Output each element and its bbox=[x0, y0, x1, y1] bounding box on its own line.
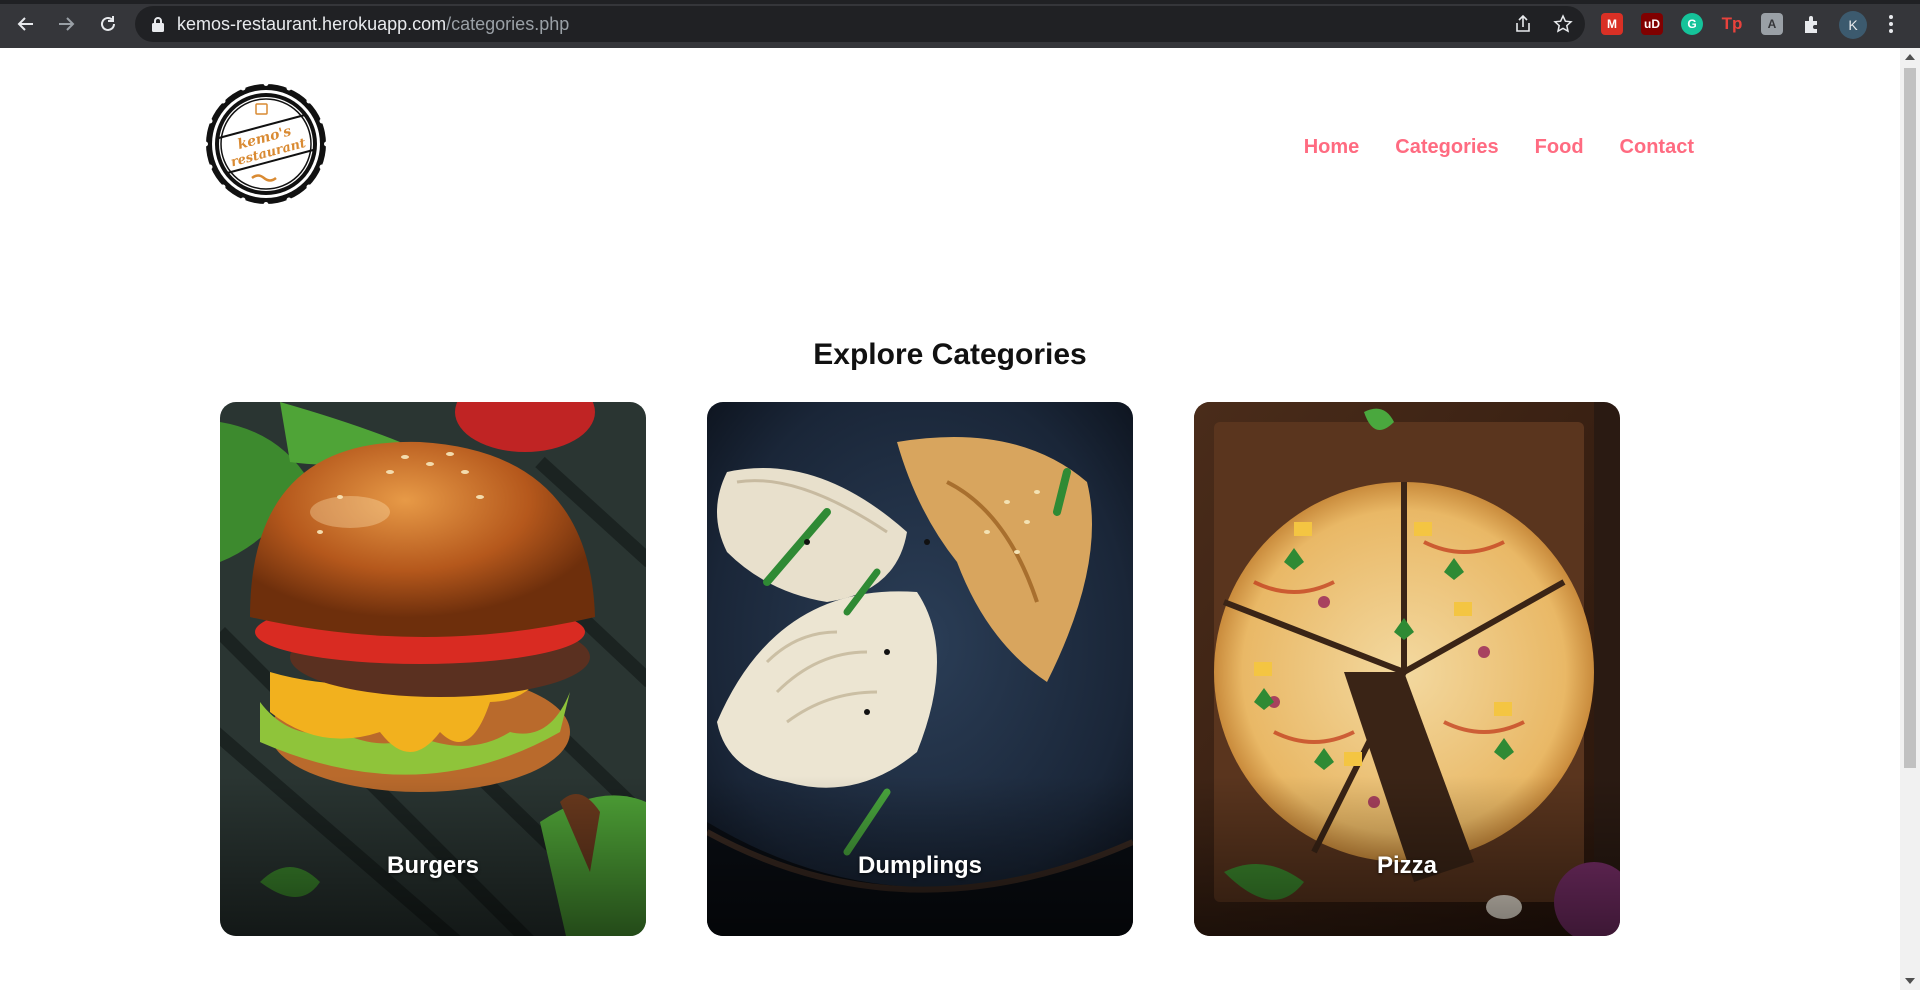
page-viewport: kemo's restaurant Home Categories Food C… bbox=[0, 48, 1900, 990]
url-text[interactable]: kemos-restaurant.herokuapp.com/categorie… bbox=[177, 15, 569, 33]
kebab-menu-icon[interactable] bbox=[1885, 12, 1897, 36]
forward-button[interactable] bbox=[52, 10, 80, 38]
share-icon[interactable] bbox=[1513, 14, 1533, 34]
scroll-down-arrow[interactable] bbox=[1905, 978, 1915, 984]
ublock-icon[interactable]: uD bbox=[1641, 13, 1663, 35]
tab-strip-edge bbox=[0, 0, 1920, 4]
main-nav: Home Categories Food Contact bbox=[1304, 136, 1694, 159]
reload-button[interactable] bbox=[94, 10, 122, 38]
back-button[interactable] bbox=[12, 10, 40, 38]
extensions-puzzle-icon[interactable] bbox=[1801, 13, 1823, 35]
nav-link-home[interactable]: Home bbox=[1304, 136, 1360, 159]
url-path: /categories.php bbox=[446, 14, 570, 34]
arrow-right-icon bbox=[59, 17, 75, 31]
nav-link-contact[interactable]: Contact bbox=[1620, 136, 1694, 159]
category-label: Pizza bbox=[1376, 852, 1438, 879]
url-host: kemos-restaurant.herokuapp.com bbox=[177, 14, 447, 34]
profile-avatar[interactable]: K bbox=[1839, 11, 1867, 39]
address-bar[interactable]: kemos-restaurant.herokuapp.com/categorie… bbox=[135, 6, 1585, 42]
section-title: Explore Categories bbox=[813, 338, 1087, 371]
category-card-dumplings[interactable]: Dumplings bbox=[707, 402, 1133, 936]
gmail-ext-icon[interactable]: M bbox=[1601, 13, 1623, 35]
category-label: Dumplings bbox=[858, 852, 982, 879]
category-card-pizza[interactable]: Pizza bbox=[1194, 402, 1620, 936]
category-label: Burgers bbox=[386, 852, 480, 879]
ext-generic-icon[interactable]: A bbox=[1761, 13, 1783, 35]
browser-toolbar: kemos-restaurant.herokuapp.com/categorie… bbox=[0, 0, 1920, 48]
scroll-up-arrow[interactable] bbox=[1905, 54, 1915, 60]
grammarly-icon[interactable]: G bbox=[1681, 13, 1703, 35]
nav-link-categories[interactable]: Categories bbox=[1395, 136, 1498, 159]
category-card-burgers[interactable]: Burgers bbox=[220, 402, 646, 936]
lock-icon bbox=[152, 17, 164, 32]
reload-icon bbox=[101, 16, 115, 31]
page-scrollbar[interactable] bbox=[1900, 48, 1920, 990]
tp-ext-icon[interactable]: Tp bbox=[1721, 13, 1743, 35]
nav-link-food[interactable]: Food bbox=[1535, 136, 1584, 159]
restaurant-logo[interactable]: kemo's restaurant bbox=[204, 82, 328, 206]
arrow-left-icon bbox=[17, 17, 33, 31]
bookmark-star-icon[interactable] bbox=[1553, 14, 1573, 34]
scrollbar-thumb[interactable] bbox=[1904, 68, 1916, 768]
